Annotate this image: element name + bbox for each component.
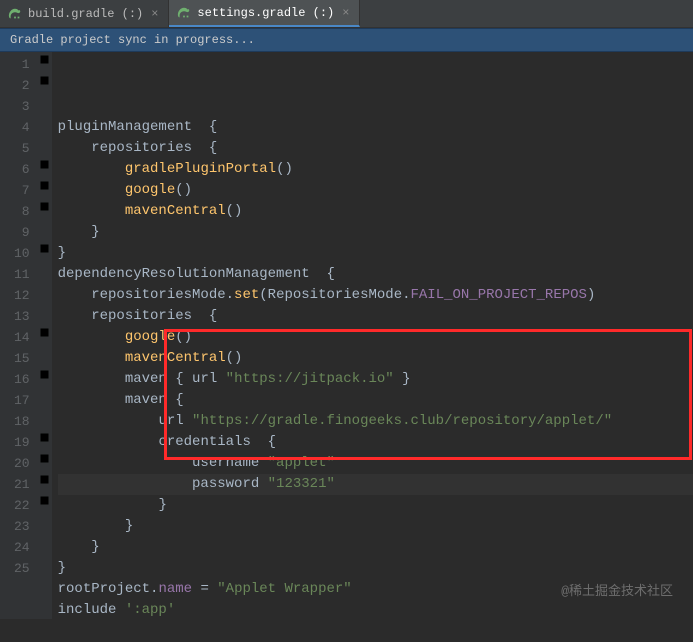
line-number: 10 (14, 243, 30, 264)
code-line[interactable]: maven { url "https://jitpack.io" } (58, 369, 693, 390)
fold-marker (38, 304, 52, 325)
code-line[interactable]: username "applet" (58, 453, 693, 474)
fold-marker (38, 283, 52, 304)
line-number-gutter: 1234567891011121314151617181920212223242… (0, 52, 38, 619)
code-line[interactable]: } (58, 495, 693, 516)
tab-label: settings.gradle (:) (197, 6, 334, 20)
line-number: 21 (14, 474, 30, 495)
code-line[interactable]: include ':app' (58, 600, 693, 621)
code-line[interactable]: google() (58, 180, 693, 201)
line-number: 23 (14, 516, 30, 537)
line-number: 7 (14, 180, 30, 201)
line-number: 13 (14, 306, 30, 327)
sync-status-bar: Gradle project sync in progress... (0, 28, 693, 52)
fold-marker[interactable] (38, 451, 52, 472)
code-line[interactable]: pluginManagement { (58, 117, 693, 138)
line-number: 5 (14, 138, 30, 159)
fold-marker (38, 94, 52, 115)
code-line[interactable]: } (58, 243, 693, 264)
fold-marker[interactable] (38, 472, 52, 493)
close-icon[interactable]: × (149, 7, 160, 21)
line-number: 19 (14, 432, 30, 453)
line-number: 12 (14, 285, 30, 306)
fold-marker[interactable] (38, 430, 52, 451)
fold-column[interactable] (38, 52, 52, 619)
code-editor[interactable]: 1234567891011121314151617181920212223242… (0, 52, 693, 619)
code-line[interactable]: dependencyResolutionManagement { (58, 264, 693, 285)
tab-label: build.gradle (:) (28, 7, 143, 21)
fold-marker[interactable] (38, 199, 52, 220)
fold-marker[interactable] (38, 52, 52, 73)
code-line[interactable]: repositories { (58, 306, 693, 327)
code-line[interactable]: } (58, 558, 693, 579)
line-number: 2 (14, 75, 30, 96)
line-number: 24 (14, 537, 30, 558)
status-text: Gradle project sync in progress... (10, 33, 255, 47)
fold-marker (38, 409, 52, 430)
gradle-elephant-icon (8, 7, 22, 21)
line-number: 1 (14, 54, 30, 75)
code-line[interactable]: repositories { (58, 138, 693, 159)
code-area[interactable]: pluginManagement { repositories { gradle… (52, 52, 693, 619)
watermark-text: @稀土掘金技术社区 (561, 580, 673, 599)
line-number: 22 (14, 495, 30, 516)
fold-marker (38, 136, 52, 157)
line-number: 8 (14, 201, 30, 222)
file-tab[interactable]: build.gradle (:) × (0, 0, 169, 27)
code-line[interactable]: google() (58, 327, 693, 348)
line-number: 18 (14, 411, 30, 432)
line-number: 16 (14, 369, 30, 390)
code-line[interactable] (58, 621, 693, 642)
fold-marker[interactable] (38, 367, 52, 388)
fold-marker (38, 262, 52, 283)
fold-marker[interactable] (38, 178, 52, 199)
code-line[interactable]: mavenCentral() (58, 348, 693, 369)
fold-marker (38, 346, 52, 367)
code-line[interactable]: } (58, 537, 693, 558)
fold-marker (38, 220, 52, 241)
line-number: 17 (14, 390, 30, 411)
code-line[interactable]: mavenCentral() (58, 201, 693, 222)
line-number: 6 (14, 159, 30, 180)
line-number: 20 (14, 453, 30, 474)
line-number: 15 (14, 348, 30, 369)
fold-marker (38, 535, 52, 556)
line-number: 4 (14, 117, 30, 138)
editor-tabs: build.gradle (:) × settings.gradle (:) × (0, 0, 693, 28)
fold-marker[interactable] (38, 325, 52, 346)
fold-marker (38, 556, 52, 577)
line-number: 14 (14, 327, 30, 348)
fold-marker (38, 388, 52, 409)
fold-marker (38, 514, 52, 535)
file-tab[interactable]: settings.gradle (:) × (169, 0, 360, 27)
code-line[interactable]: credentials { (58, 432, 693, 453)
fold-marker[interactable] (38, 73, 52, 94)
close-icon[interactable]: × (340, 6, 351, 20)
code-line[interactable]: url "https://gradle.finogeeks.club/repos… (58, 411, 693, 432)
code-line[interactable]: maven { (58, 390, 693, 411)
fold-marker (38, 115, 52, 136)
code-line[interactable]: gradlePluginPortal() (58, 159, 693, 180)
line-number: 11 (14, 264, 30, 285)
line-number: 3 (14, 96, 30, 117)
code-line[interactable]: repositoriesMode.set(RepositoriesMode.FA… (58, 285, 693, 306)
line-number: 9 (14, 222, 30, 243)
code-line[interactable]: password "123321" (58, 474, 693, 495)
line-number: 25 (14, 558, 30, 579)
code-line[interactable]: } (58, 516, 693, 537)
gradle-elephant-icon (177, 6, 191, 20)
fold-marker[interactable] (38, 493, 52, 514)
code-line[interactable]: } (58, 222, 693, 243)
fold-marker[interactable] (38, 157, 52, 178)
fold-marker[interactable] (38, 241, 52, 262)
